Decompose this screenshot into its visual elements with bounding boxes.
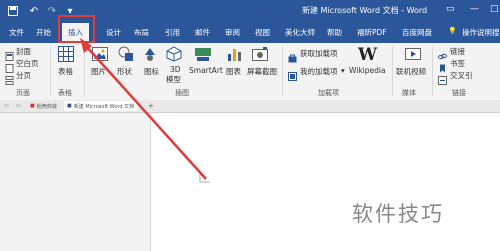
red-arrow-line xyxy=(85,45,207,180)
highlight-box xyxy=(58,15,95,43)
watermark: 软件技巧 xyxy=(352,202,444,226)
